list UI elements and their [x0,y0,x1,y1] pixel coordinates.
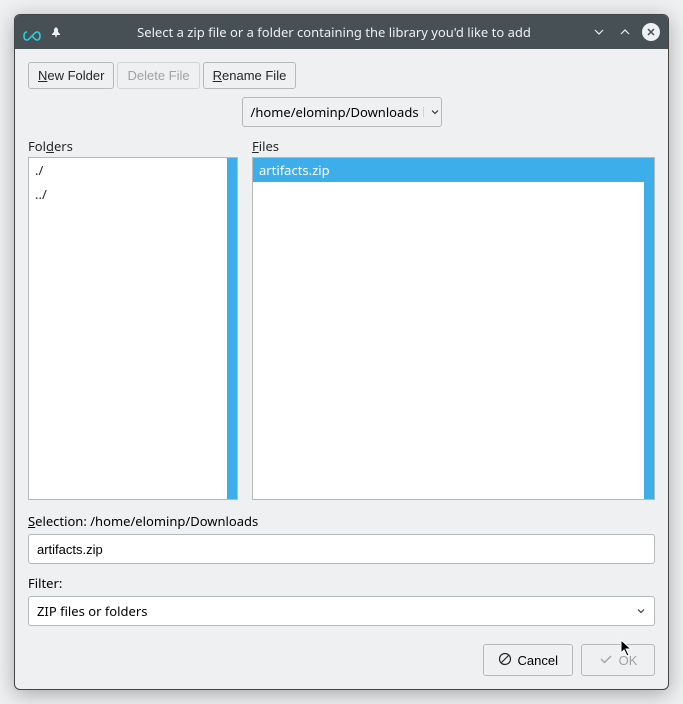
files-label: Files [252,137,655,155]
scrollbar[interactable] [227,158,237,499]
titlebar-left [23,25,78,39]
filter-row: Filter: ZIP files or folders [28,574,655,626]
toolbar: New Folder Delete File Rename File [28,62,655,89]
pin-icon[interactable] [49,25,63,39]
cancel-button[interactable]: Cancel [483,644,573,676]
selection-label: Selection: /home/elominp/Downloads [28,512,655,530]
path-row: /home/elominp/Downloads [28,97,655,127]
maximize-button[interactable] [616,23,634,41]
panes: Folders ./ ../ Files artifacts.zip [28,137,655,500]
check-icon [599,652,613,669]
folders-label: Folders [28,137,238,155]
chevron-down-icon [423,107,440,117]
path-combobox[interactable]: /home/elominp/Downloads [242,97,442,127]
minimize-button[interactable] [590,23,608,41]
file-dialog-window: Select a zip file or a folder containing… [14,14,669,690]
file-item[interactable]: artifacts.zip [253,158,654,182]
folder-item[interactable]: ./ [29,158,237,182]
titlebar: Select a zip file or a folder containing… [15,15,668,49]
selection-row: Selection: /home/elominp/Downloads [28,512,655,564]
new-folder-button[interactable]: New Folder [28,62,114,89]
dialog-buttons: Cancel OK [28,644,655,676]
files-listbox[interactable]: artifacts.zip [252,157,655,500]
files-pane: Files artifacts.zip [252,137,655,500]
delete-file-button: Delete File [117,62,199,89]
cancel-icon [498,652,512,669]
rename-file-button[interactable]: Rename File [203,62,297,89]
filter-combobox[interactable]: ZIP files or folders [28,596,655,626]
window-title: Select a zip file or a folder containing… [84,23,584,41]
scrollbar[interactable] [644,158,654,499]
close-button[interactable] [642,23,660,41]
filter-text: ZIP files or folders [37,602,636,620]
folder-item[interactable]: ../ [29,182,237,206]
selection-input[interactable] [28,534,655,564]
chevron-down-icon [636,602,646,620]
filter-label: Filter: [28,574,655,592]
titlebar-right [590,23,660,41]
arduino-icon [23,27,39,37]
dialog-content: New Folder Delete File Rename File /home… [15,49,668,689]
folders-listbox[interactable]: ./ ../ [28,157,238,500]
folders-pane: Folders ./ ../ [28,137,238,500]
path-text: /home/elominp/Downloads [251,103,419,121]
ok-button[interactable]: OK [581,644,655,676]
